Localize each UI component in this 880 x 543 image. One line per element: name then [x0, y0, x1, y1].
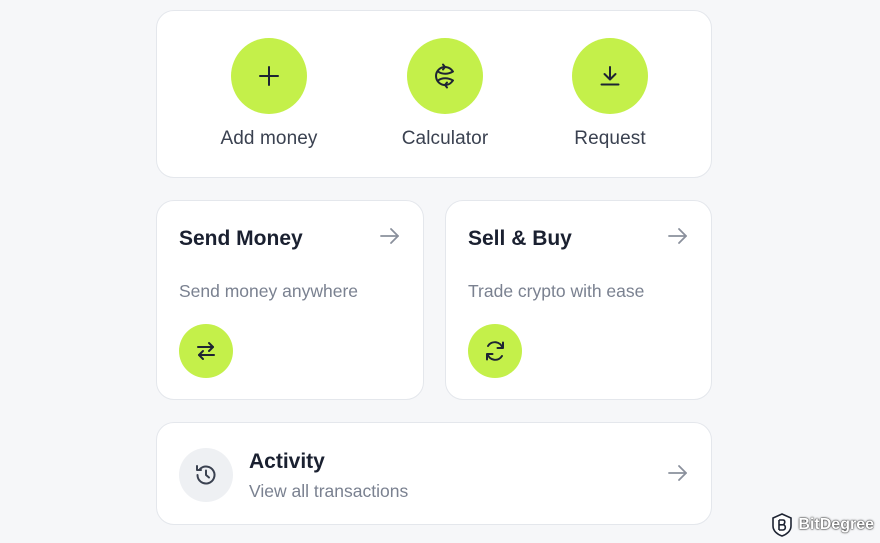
sell-buy-card[interactable]: Sell & Buy Trade crypto with ease: [445, 200, 712, 400]
send-money-icon-circle: [179, 324, 233, 378]
bitdegree-watermark: BitDegree: [771, 513, 874, 537]
activity-card[interactable]: Activity View all transactions: [156, 422, 712, 525]
arrow-right-icon: [668, 465, 687, 481]
add-money-button[interactable]: Add money: [199, 38, 339, 150]
quick-actions-card: Add money Calculator Request: [156, 10, 712, 178]
activity-title: Activity: [249, 450, 325, 473]
send-money-subtitle: Send money anywhere: [179, 281, 358, 301]
sell-buy-icon-circle: [468, 324, 522, 378]
sell-buy-subtitle: Trade crypto with ease: [468, 281, 645, 301]
plus-icon: [259, 66, 279, 86]
send-money-title: Send Money: [179, 227, 303, 250]
arrow-right-icon: [668, 228, 687, 244]
bitdegree-logo-icon: [772, 513, 793, 537]
calculator-button[interactable]: Calculator: [375, 38, 515, 150]
refresh-icon: [486, 341, 504, 361]
add-money-label: Add money: [220, 128, 318, 149]
request-icon-circle: [572, 38, 648, 114]
activity-subtitle: View all transactions: [249, 481, 409, 501]
download-icon: [600, 66, 620, 86]
swap-arrows-icon: [197, 342, 215, 360]
activity-icon-circle: [179, 448, 233, 502]
currency-exchange-icon: [435, 63, 454, 89]
send-money-card[interactable]: Send Money Send money anywhere: [156, 200, 424, 400]
arrow-right-icon: [380, 228, 399, 244]
request-button[interactable]: Request: [540, 38, 680, 150]
calculator-label: Calculator: [401, 128, 489, 149]
add-money-icon-circle: [231, 38, 307, 114]
history-icon: [196, 465, 216, 485]
calculator-icon-circle: [407, 38, 483, 114]
sell-buy-title: Sell & Buy: [468, 227, 572, 250]
request-label: Request: [574, 128, 646, 149]
watermark-text: BitDegree: [798, 516, 874, 533]
